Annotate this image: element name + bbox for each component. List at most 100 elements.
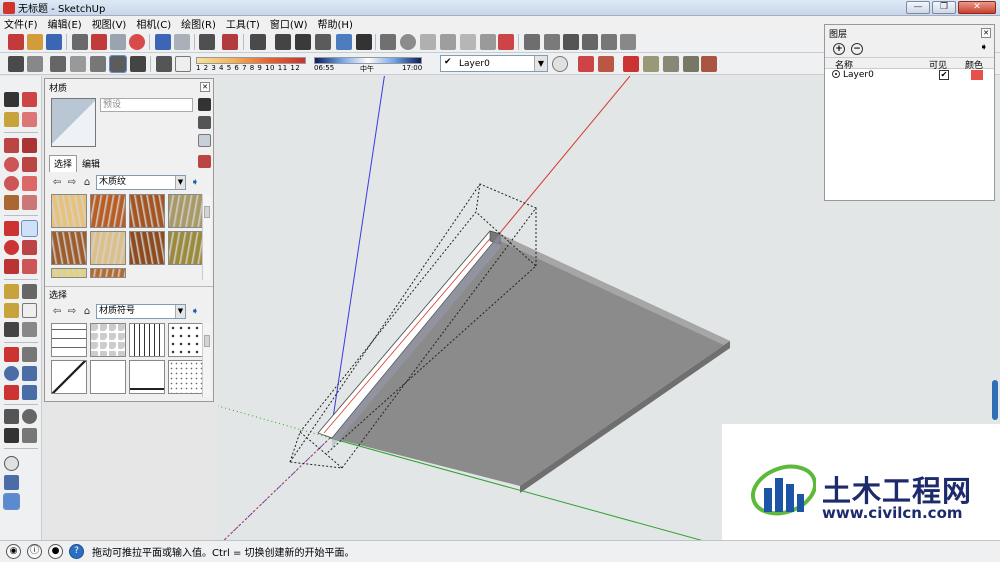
model-info-icon[interactable] <box>222 34 238 50</box>
dynamic-component-icon[interactable] <box>460 34 476 50</box>
pattern-material-swatch[interactable] <box>129 360 165 394</box>
wood-material-swatch[interactable] <box>90 194 126 228</box>
dimension-tool-icon[interactable] <box>22 284 37 299</box>
google-earth-icon[interactable] <box>4 456 19 471</box>
shaded-textures-icon[interactable] <box>109 55 127 73</box>
wood-material-swatch[interactable] <box>168 231 204 265</box>
layer-visible-checkbox[interactable]: ✔ <box>939 70 949 80</box>
interact-icon[interactable] <box>480 34 496 50</box>
menu-tools[interactable]: 工具(T) <box>226 16 260 31</box>
home-icon[interactable]: ⌂ <box>81 177 93 189</box>
save-icon[interactable] <box>46 34 62 50</box>
pattern-material-swatch[interactable] <box>168 323 204 357</box>
push-pull-tool-icon[interactable] <box>21 220 38 237</box>
eraser-icon[interactable] <box>22 112 37 127</box>
details-arrow-icon[interactable]: ➧ <box>189 306 201 318</box>
orbit-tool-icon[interactable] <box>4 347 19 362</box>
previous-view-icon[interactable] <box>22 385 37 400</box>
menu-edit[interactable]: 编辑(E) <box>48 16 82 31</box>
monochrome-icon[interactable] <box>130 56 146 72</box>
close-button[interactable]: ✕ <box>958 1 996 14</box>
credits-icon[interactable]: ⓘ <box>27 544 42 559</box>
section-plane-tool-icon[interactable] <box>22 428 37 443</box>
sandbox-from-contours-icon[interactable] <box>578 56 594 72</box>
layers-close-button[interactable]: ✕ <box>981 28 991 38</box>
zoom-tool-icon[interactable] <box>4 366 19 381</box>
default-material-icon[interactable] <box>198 134 211 147</box>
circle-tool-icon[interactable] <box>4 157 19 172</box>
look-around-tool-icon[interactable] <box>22 409 37 424</box>
library-dropdown-2[interactable]: 材质符号 ▼ <box>96 304 186 319</box>
materials-close-button[interactable]: ✕ <box>200 82 210 92</box>
delete-layer-icon[interactable]: − <box>851 43 863 55</box>
left-view-icon[interactable] <box>620 34 636 50</box>
rotate-tool-icon[interactable] <box>4 240 19 255</box>
back-arrow-icon[interactable]: ⇦ <box>51 177 63 189</box>
shadows-toggle-icon[interactable] <box>156 56 172 72</box>
pattern-material-swatch[interactable] <box>90 323 126 357</box>
smoove-icon[interactable] <box>623 56 639 72</box>
tab-edit[interactable]: 编辑 <box>77 155 105 172</box>
sample-paint-icon[interactable] <box>198 155 211 168</box>
back-edges-icon[interactable] <box>27 56 43 72</box>
pattern-material-swatch[interactable] <box>129 323 165 357</box>
toggle-terrain-icon[interactable] <box>3 493 20 510</box>
home-icon[interactable]: ⌂ <box>81 306 93 318</box>
pattern-grid-scrollbar[interactable] <box>202 323 211 397</box>
wood-grid-scrollbar[interactable] <box>202 194 211 280</box>
position-camera-tool-icon[interactable] <box>4 409 19 424</box>
pan-tool-icon[interactable] <box>22 347 37 362</box>
minimize-button[interactable]: — <box>906 1 930 14</box>
flip-edge-icon[interactable] <box>701 56 717 72</box>
hidden-line-icon[interactable] <box>70 56 86 72</box>
xray-icon[interactable] <box>8 56 24 72</box>
wood-material-swatch[interactable] <box>51 231 87 265</box>
3d-text-icon[interactable] <box>22 322 37 337</box>
right-view-icon[interactable] <box>582 34 598 50</box>
print-icon[interactable] <box>199 34 215 50</box>
wood-material-swatch[interactable] <box>129 194 165 228</box>
menu-view[interactable]: 视图(V) <box>92 16 127 31</box>
front-view-icon[interactable] <box>563 34 579 50</box>
forward-arrow-icon[interactable]: ⇨ <box>66 306 78 318</box>
wood-material-swatch[interactable] <box>90 231 126 265</box>
wood-material-swatch[interactable] <box>90 268 126 278</box>
walk-tool-icon[interactable] <box>4 428 19 443</box>
zoom-extents-icon[interactable] <box>4 385 19 400</box>
geo-location-icon[interactable]: ◉ <box>6 544 21 559</box>
polygon-tool-icon[interactable] <box>4 176 19 191</box>
position-camera-icon[interactable] <box>275 34 291 50</box>
protractor-icon[interactable] <box>4 303 19 318</box>
section-plane-icon[interactable] <box>336 34 352 50</box>
help-icon[interactable]: ? <box>69 544 84 559</box>
maximize-button[interactable]: ❐ <box>932 1 956 14</box>
menu-file[interactable]: 文件(F) <box>4 16 38 31</box>
copy-icon[interactable] <box>91 34 107 50</box>
open-file-icon[interactable] <box>27 34 43 50</box>
redo-icon[interactable] <box>174 34 190 50</box>
pattern-material-swatch[interactable] <box>51 323 87 357</box>
axes-tool-icon[interactable] <box>4 322 19 337</box>
paste-icon[interactable] <box>110 34 126 50</box>
wood-material-swatch[interactable] <box>168 194 204 228</box>
scale-tool-icon[interactable] <box>4 259 19 274</box>
menu-help[interactable]: 帮助(H) <box>318 16 353 31</box>
add-layer-icon[interactable]: + <box>833 43 845 55</box>
user-account-icon[interactable]: ● <box>48 544 63 559</box>
display-secondary-pane-icon[interactable] <box>198 98 211 111</box>
walk-icon[interactable] <box>295 34 311 50</box>
back-view-icon[interactable] <box>601 34 617 50</box>
layer-dropdown[interactable]: Layer0 ▼ <box>440 55 548 72</box>
details-arrow-icon[interactable]: ➧ <box>189 177 201 189</box>
two-point-arc-icon[interactable] <box>4 195 19 210</box>
paint-bucket-icon[interactable] <box>4 112 19 127</box>
arc-tool-icon[interactable] <box>22 176 37 191</box>
iso-view-icon[interactable] <box>524 34 540 50</box>
zoom-window-icon[interactable] <box>22 366 37 381</box>
viewport-scroll-indicator[interactable] <box>992 380 998 420</box>
library-dropdown-1[interactable]: 木质纹 ▼ <box>96 175 186 190</box>
move-tool-icon[interactable] <box>4 221 19 236</box>
make-component-icon[interactable] <box>22 92 37 107</box>
create-material-icon[interactable] <box>198 116 211 129</box>
share-model-icon[interactable] <box>400 34 416 50</box>
